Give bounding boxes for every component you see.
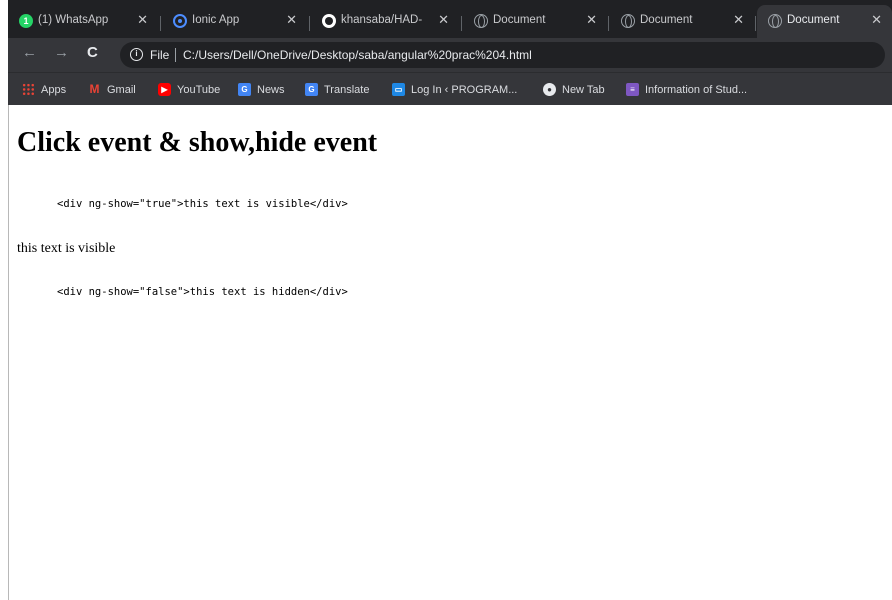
tab-separator: [608, 16, 609, 31]
tab-title: Document: [640, 14, 693, 26]
apps-grid-icon: [22, 83, 35, 96]
bookmark-news[interactable]: G News: [238, 81, 285, 98]
bookmark-youtube[interactable]: ▶ YouTube: [158, 81, 220, 98]
bookmark-information-of-stud[interactable]: ≡ Information of Stud...: [626, 81, 747, 98]
tab-title: Document: [493, 14, 546, 26]
tab-document-1[interactable]: Document ✕: [463, 5, 607, 38]
bookmark-label: Gmail: [107, 83, 136, 96]
back-button[interactable]: ←: [22, 44, 37, 61]
url-text[interactable]: C:/Users/Dell/OneDrive/Desktop/saba/angu…: [183, 48, 532, 62]
bookmark-gmail[interactable]: M Gmail: [88, 81, 136, 98]
reload-button[interactable]: C: [87, 44, 98, 61]
tab-title: (1) WhatsApp: [38, 14, 109, 26]
globe-icon: [474, 14, 488, 28]
close-icon[interactable]: ✕: [733, 12, 744, 28]
tab-whatsapp[interactable]: 1 (1) WhatsApp ✕: [8, 5, 158, 38]
bookmark-label: News: [257, 83, 285, 96]
gmail-icon: M: [89, 82, 100, 96]
youtube-icon: ▶: [158, 83, 171, 96]
tab-document-2[interactable]: Document ✕: [610, 5, 754, 38]
address-bar[interactable]: i File C:/Users/Dell/OneDrive/Desktop/sa…: [120, 42, 885, 68]
address-separator: [175, 48, 176, 62]
close-icon[interactable]: ✕: [871, 12, 882, 28]
tab-ionic-app[interactable]: Ionic App ✕: [162, 5, 307, 38]
bookmark-apps[interactable]: Apps: [22, 81, 66, 98]
tab-github[interactable]: khansaba/HAD- ✕: [311, 5, 459, 38]
tab-document-3[interactable]: Document ✕: [757, 5, 892, 38]
close-icon[interactable]: ✕: [286, 12, 297, 28]
tab-title: Ionic App: [192, 14, 240, 26]
bookmarks-bar: Apps M Gmail ▶ YouTube G News G Translat…: [8, 72, 892, 105]
code-sample-visible: <div ng-show="true">this text is visible…: [57, 198, 348, 210]
ionic-icon: [173, 14, 187, 28]
new-tab-icon: ●: [543, 83, 556, 96]
url-scheme-label: File: [150, 48, 170, 62]
close-icon[interactable]: ✕: [586, 12, 597, 28]
translate-icon: G: [305, 83, 318, 96]
visible-text: this text is visible: [17, 241, 116, 256]
globe-icon: [621, 14, 635, 28]
globe-icon: [768, 14, 782, 28]
login-icon: ▭: [392, 83, 405, 96]
bookmark-label: Log In ‹ PROGRAM...: [411, 83, 518, 96]
page-heading: Click event & show,hide event: [17, 127, 378, 158]
bookmark-label: Apps: [41, 83, 67, 96]
tab-title: khansaba/HAD-: [341, 14, 423, 26]
bookmark-new-tab[interactable]: ● New Tab: [543, 81, 605, 98]
tab-title: Document: [787, 14, 840, 26]
bookmark-label: New Tab: [562, 83, 605, 96]
bookmark-translate[interactable]: G Translate: [305, 81, 369, 98]
news-icon: G: [238, 83, 251, 96]
form-icon: ≡: [626, 83, 639, 96]
browser-chrome: 1 (1) WhatsApp ✕ Ionic App ✕ khansaba/HA…: [8, 0, 892, 105]
tab-strip: 1 (1) WhatsApp ✕ Ionic App ✕ khansaba/HA…: [8, 5, 892, 38]
tab-separator: [461, 16, 462, 31]
code-sample-hidden: <div ng-show="false">this text is hidden…: [57, 286, 348, 298]
info-icon[interactable]: i: [130, 48, 143, 61]
forward-button[interactable]: →: [54, 44, 69, 61]
bookmark-label: YouTube: [177, 83, 221, 96]
whatsapp-icon: 1: [19, 14, 33, 28]
close-icon[interactable]: ✕: [137, 12, 148, 28]
bookmark-label: Information of Stud...: [645, 83, 748, 96]
bookmark-label: Translate: [324, 83, 370, 96]
browser-toolbar: ← → C i File C:/Users/Dell/OneDrive/Desk…: [8, 38, 892, 72]
github-icon: [322, 14, 336, 28]
bookmark-login-program[interactable]: ▭ Log In ‹ PROGRAM...: [392, 81, 517, 98]
tab-separator: [309, 16, 310, 31]
tab-separator: [160, 16, 161, 31]
page-viewport: Click event & show,hide event <div ng-sh…: [8, 105, 892, 600]
tab-separator: [755, 16, 756, 31]
close-icon[interactable]: ✕: [438, 12, 449, 28]
